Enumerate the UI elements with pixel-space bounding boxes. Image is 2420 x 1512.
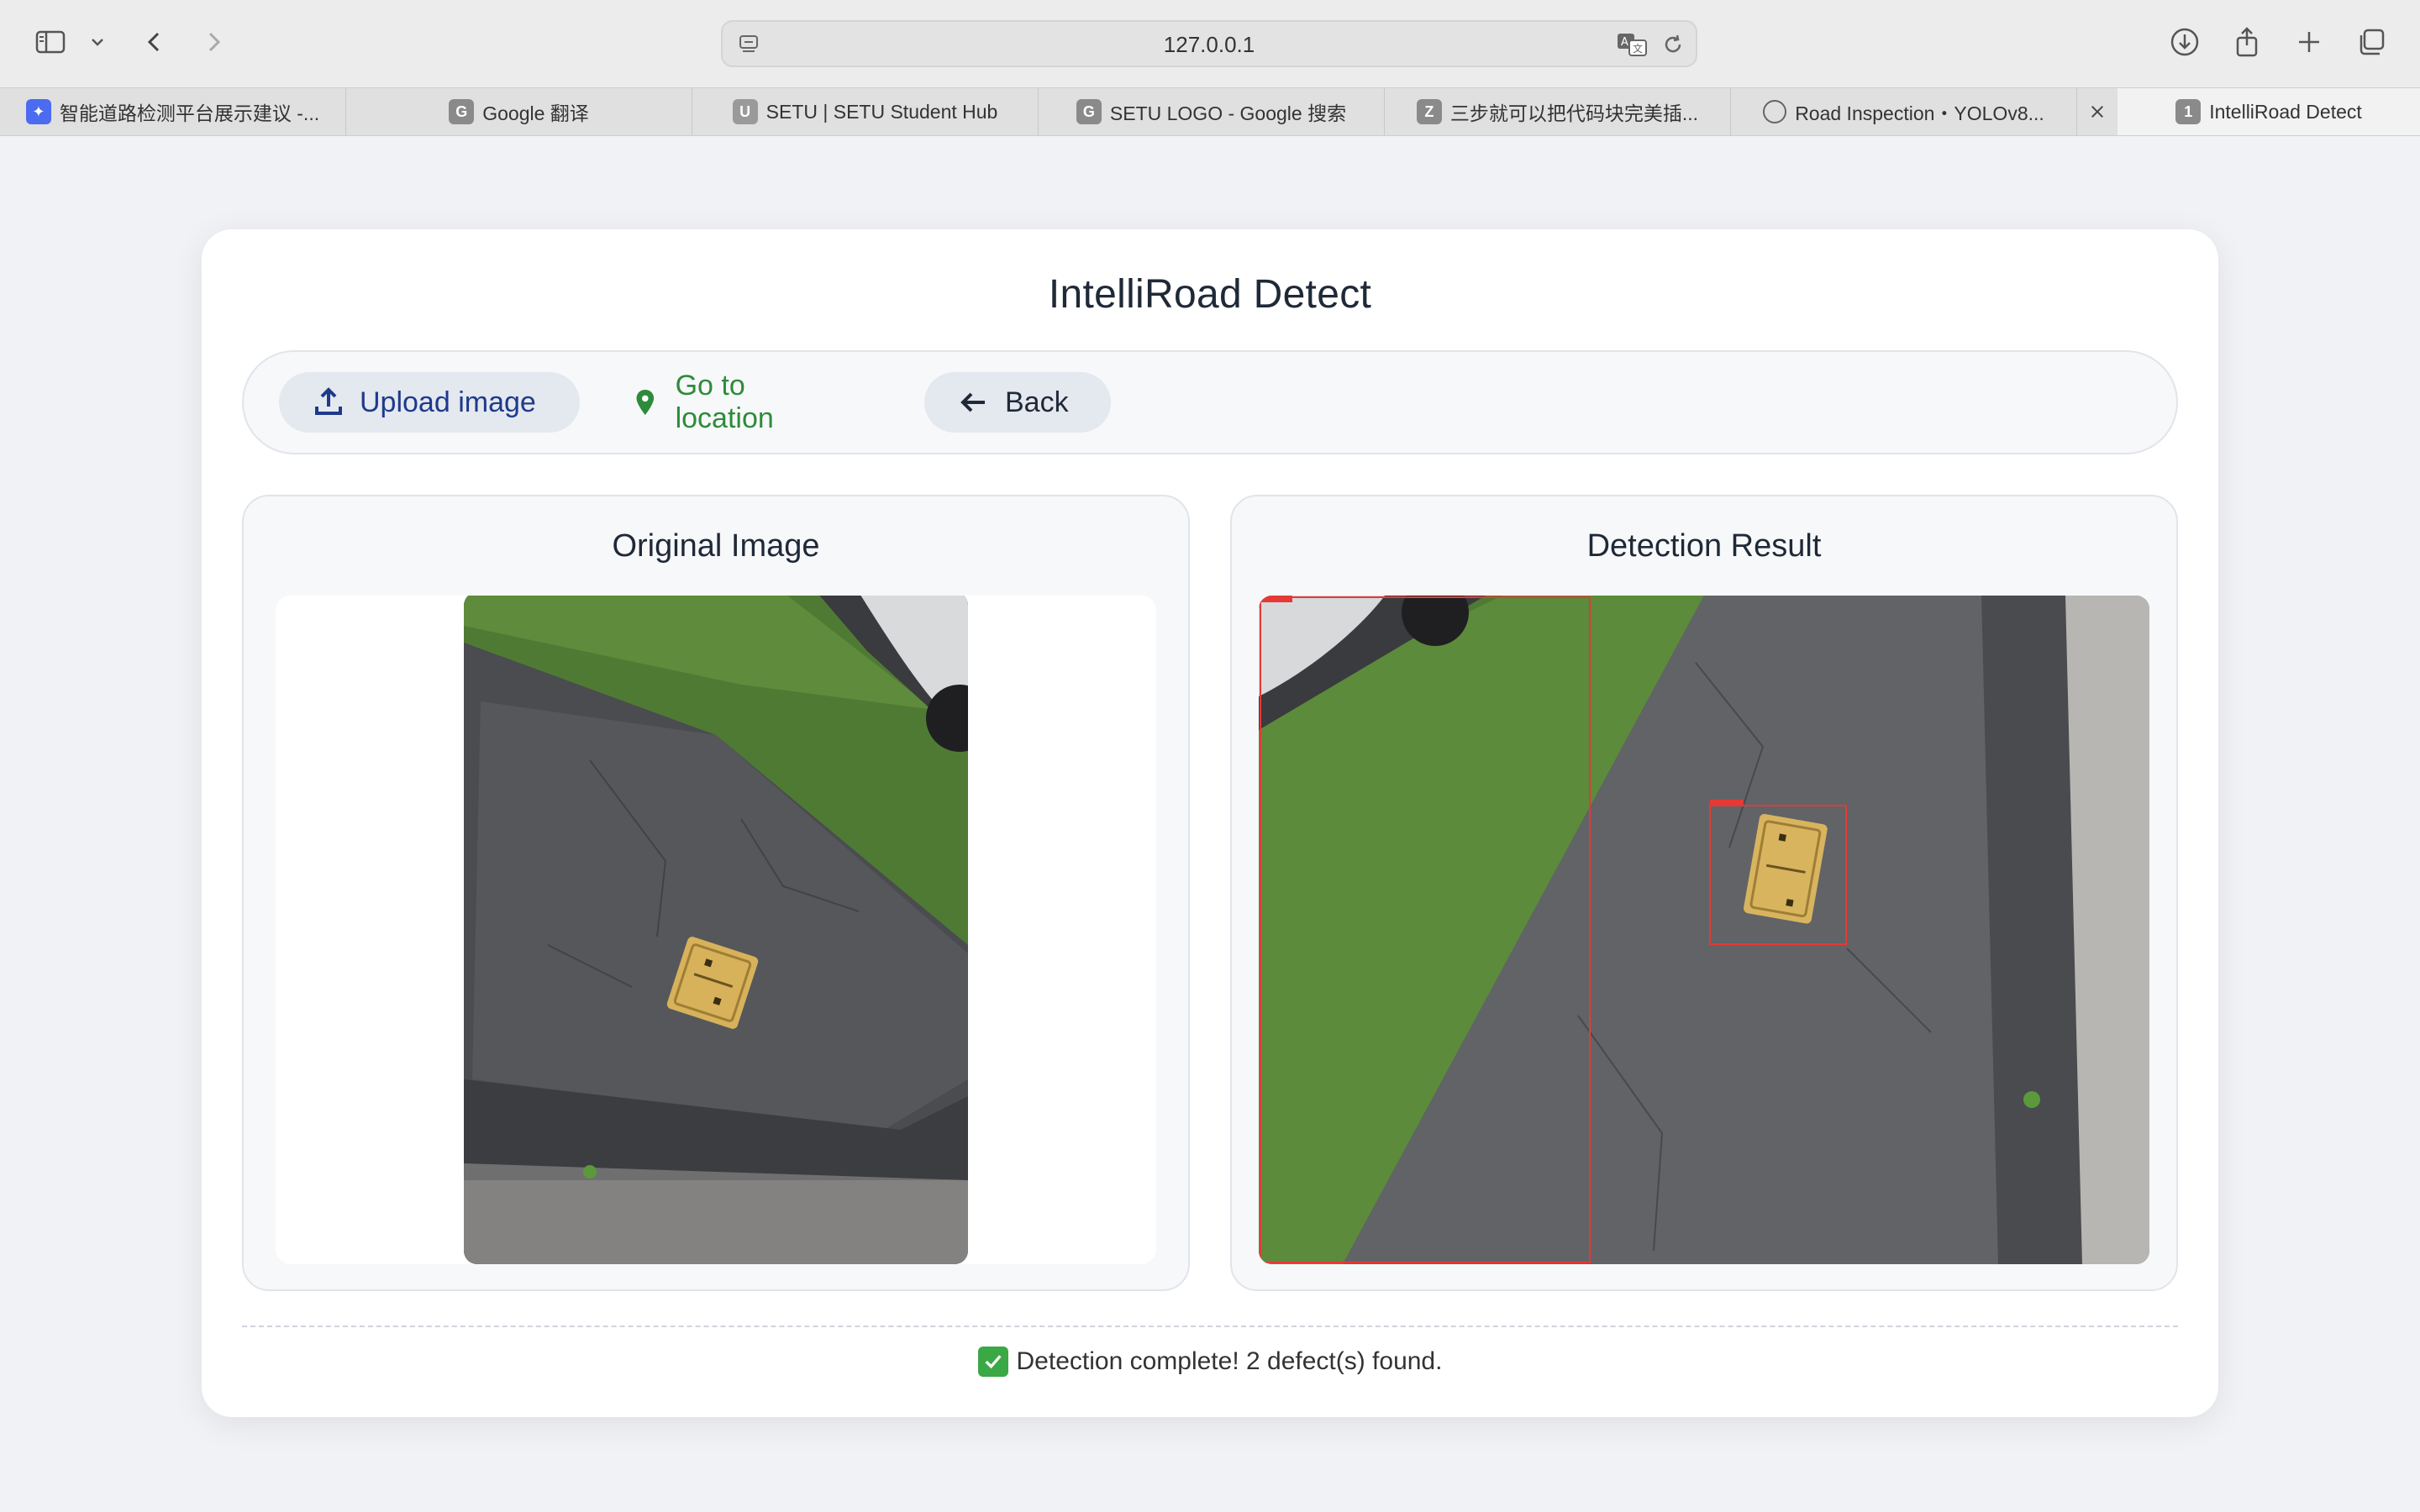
- arrow-left-icon: [960, 392, 985, 412]
- original-image-title: Original Image: [612, 528, 820, 564]
- tab-road-inspection[interactable]: Road Inspection・YOLOv8...: [1731, 88, 2077, 135]
- tab-label: SETU | SETU Student Hub: [765, 100, 998, 123]
- tab-label: IntelliRoad Detect: [2209, 100, 2362, 123]
- main-card: IntelliRoad Detect Upload image Go to lo…: [202, 229, 2218, 1417]
- tab-label: 三步就可以把代码块完美插...: [1449, 102, 1699, 124]
- compass-icon: [1763, 100, 1787, 123]
- back-button[interactable]: Back: [924, 372, 1111, 433]
- status-divider: [242, 1326, 2178, 1327]
- status-text: Detection complete! 2 defect(s) found.: [1016, 1347, 1443, 1375]
- browser-toolbar: 127.0.0.1 A文: [0, 0, 2420, 87]
- location-label: Go to location: [675, 370, 774, 434]
- check-icon: [977, 1347, 1008, 1377]
- bird-icon: ✦: [25, 99, 51, 124]
- svg-text:文: 文: [1633, 42, 1643, 55]
- original-road-photo[interactable]: [464, 596, 968, 1264]
- go-to-location-button[interactable]: Go to location: [597, 370, 874, 434]
- download-icon[interactable]: [2165, 22, 2205, 62]
- address-text[interactable]: 127.0.0.1: [723, 32, 1696, 58]
- tab-intelliroad[interactable]: 1 IntelliRoad Detect: [2118, 88, 2420, 135]
- detection-result-photo[interactable]: [1259, 596, 2149, 1264]
- status-message: Detection complete! 2 defect(s) found.: [202, 1347, 2218, 1377]
- tab-setu-hub[interactable]: U SETU | SETU Student Hub: [692, 88, 1039, 135]
- map-pin-icon: [636, 390, 655, 415]
- back-label: Back: [1005, 386, 1069, 418]
- original-image-frame: [276, 596, 1156, 1264]
- upload-icon: [315, 387, 342, 415]
- tab-bar: ✦ 智能道路检测平台展示建议 -... G Google 翻译 U SETU |…: [0, 87, 2420, 136]
- tab-label: 智能道路检测平台展示建议 -...: [59, 102, 320, 124]
- tab-overview-icon[interactable]: [2351, 22, 2391, 62]
- detection-result-panel: Detection Result: [1230, 495, 2178, 1291]
- sidebar-toggle-icon[interactable]: [30, 22, 71, 62]
- google-icon: G: [449, 99, 475, 124]
- detection-result-title: Detection Result: [1586, 528, 1822, 564]
- google-icon: G: [1076, 99, 1102, 124]
- upload-label: Upload image: [360, 386, 536, 418]
- tab-setu-logo-search[interactable]: G SETU LOGO - Google 搜索: [1039, 88, 1385, 135]
- new-tab-icon[interactable]: [2289, 22, 2329, 62]
- address-bar[interactable]: 127.0.0.1 A文: [721, 20, 1697, 67]
- z-icon: Z: [1416, 99, 1442, 124]
- forward-arrow-icon[interactable]: [193, 22, 234, 62]
- tab-google-translate[interactable]: G Google 翻译: [346, 88, 692, 135]
- action-bar: Upload image Go to location Back: [242, 350, 2178, 454]
- original-image-panel: Original Image: [242, 495, 1190, 1291]
- chevron-down-icon[interactable]: [77, 22, 118, 62]
- reload-icon[interactable]: [1659, 30, 1687, 59]
- close-tab-icon[interactable]: [2086, 100, 2109, 123]
- share-icon[interactable]: [2227, 22, 2267, 62]
- back-arrow-icon[interactable]: [134, 22, 175, 62]
- tab-label: Road Inspection・YOLOv8...: [1795, 102, 2044, 124]
- tab-platform-suggestion[interactable]: ✦ 智能道路检测平台展示建议 -...: [0, 88, 346, 135]
- upload-image-button[interactable]: Upload image: [279, 372, 580, 433]
- tab-label: Google 翻译: [482, 102, 589, 124]
- svg-text:A: A: [1621, 36, 1628, 49]
- number-one-icon: 1: [2175, 99, 2202, 124]
- tab-label: SETU LOGO - Google 搜索: [1109, 102, 1347, 124]
- tab-code-block[interactable]: Z 三步就可以把代码块完美插...: [1385, 88, 1731, 135]
- translate-icon[interactable]: A文: [1615, 30, 1649, 59]
- shield-icon: U: [732, 99, 758, 124]
- page-title: IntelliRoad Detect: [1048, 272, 1372, 317]
